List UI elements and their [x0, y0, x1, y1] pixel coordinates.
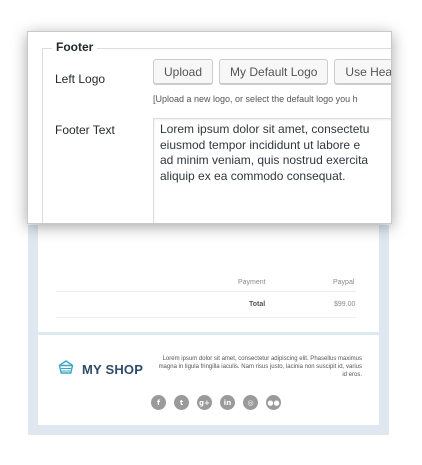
facebook-icon[interactable]: f	[151, 395, 166, 410]
use-header-logo-button[interactable]: Use Head	[334, 59, 391, 84]
footer-text-label: Footer Text	[55, 123, 115, 137]
twitter-icon[interactable]: t	[174, 395, 189, 410]
email-body: Payment Paypal Total $99.00 MY SHOP Lore…	[38, 225, 379, 425]
footer-text-input[interactable]: Lorem ipsum dolor sit amet, consectetu e…	[153, 118, 391, 223]
order-label-total: Total	[249, 301, 266, 308]
social-links: f t g+ in ◎ ●●	[151, 395, 281, 410]
order-value-payment: Paypal	[333, 279, 355, 286]
order-value-total: $99.00	[334, 301, 356, 308]
footer-settings-panel: Footer Left Logo Upload My Default Logo …	[27, 31, 392, 224]
order-label-payment: Payment	[238, 279, 266, 286]
shop-description: Lorem ipsum dolor sit amet, consectetur …	[158, 356, 362, 378]
upload-button[interactable]: Upload	[153, 59, 214, 84]
shop-name: MY SHOP	[82, 362, 144, 377]
google-plus-icon[interactable]: g+	[197, 395, 212, 410]
logo-help-text: [Upload a new logo, or select the defaul…	[153, 94, 358, 104]
email-preview: Payment Paypal Total $99.00 MY SHOP Lore…	[28, 225, 389, 435]
linkedin-icon[interactable]: in	[220, 395, 235, 410]
order-divider	[56, 291, 356, 292]
instagram-icon[interactable]: ◎	[243, 395, 258, 410]
email-section-divider	[38, 332, 379, 335]
order-divider	[56, 317, 356, 318]
default-logo-button[interactable]: My Default Logo	[219, 59, 329, 84]
logo-button-group: Upload My Default Logo Use Head	[153, 59, 391, 84]
left-logo-label: Left Logo	[55, 72, 106, 86]
basket-icon	[58, 359, 74, 380]
fieldset-legend: Footer	[52, 40, 98, 54]
flickr-icon[interactable]: ●●	[266, 395, 281, 410]
shop-logo: MY SHOP	[58, 359, 143, 380]
